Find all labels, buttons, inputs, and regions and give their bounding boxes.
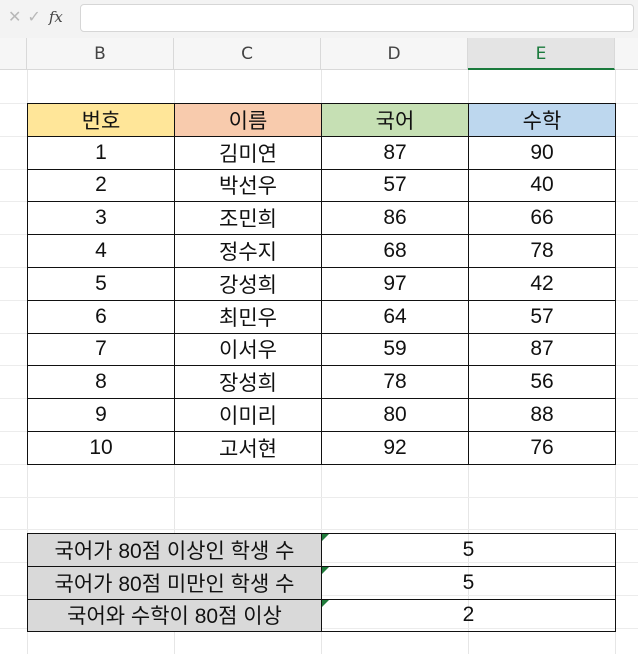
cell-math[interactable]: 56 [468,365,616,400]
cell-name[interactable]: 강성희 [174,266,322,301]
cell-number[interactable]: 7 [27,332,175,367]
summary-value-text: 2 [462,603,475,627]
cell-korean[interactable]: 92 [321,430,469,465]
summary-label[interactable]: 국어가 80점 이상인 학생 수 [27,533,322,567]
cell-korean[interactable]: 57 [321,168,469,203]
table-row: 5 강성희 97 42 [27,266,616,301]
header-name[interactable]: 이름 [174,103,322,137]
cell-name[interactable]: 이서우 [174,332,322,367]
cell-korean[interactable]: 80 [321,398,469,432]
summary-value[interactable]: 2 [321,598,616,633]
cell-math[interactable]: 40 [468,168,616,203]
cell-korean[interactable]: 78 [321,365,469,400]
column-header-d[interactable]: D [321,38,468,70]
table-row: 10 고서현 92 76 [27,430,616,465]
cell-number[interactable]: 10 [27,430,175,465]
cancel-icon[interactable]: ✕ [8,4,21,30]
error-indicator-icon[interactable] [322,566,329,574]
summary-row: 국어가 80점 이상인 학생 수 5 [27,533,616,567]
cell-number[interactable]: 2 [27,168,175,203]
summary-row: 국어가 80점 미만인 학생 수 5 [27,565,616,600]
summary-value-text: 5 [462,570,475,594]
table-row: 1 김미연 87 90 [27,135,616,170]
summary-label[interactable]: 국어와 수학이 80점 이상 [27,598,322,633]
table-row: 6 최민우 64 57 [27,299,616,334]
table-row: 7 이서우 59 87 [27,332,616,367]
cell-name[interactable]: 최민우 [174,299,322,334]
column-header-b[interactable]: B [27,38,174,70]
summary-value[interactable]: 5 [321,565,616,600]
enter-icon[interactable]: ✓ [27,4,40,30]
score-table: 번호 이름 국어 수학 1 김미연 87 90 2 박선우 57 40 3 조민희 86 66 4 정수지… [27,103,616,465]
cell-name[interactable]: 고서현 [174,430,322,465]
cell-math[interactable]: 42 [468,266,616,301]
cell-math[interactable]: 78 [468,234,616,268]
cell-korean[interactable]: 86 [321,201,469,236]
cell-name[interactable]: 김미연 [174,135,322,170]
grid-row-line [0,497,638,498]
header-number[interactable]: 번호 [27,103,175,137]
cell-number[interactable]: 8 [27,365,175,400]
cell-math[interactable]: 57 [468,299,616,334]
cell-korean[interactable]: 59 [321,332,469,367]
cell-math[interactable]: 88 [468,398,616,432]
cell-number[interactable]: 3 [27,201,175,236]
summary-table: 국어가 80점 이상인 학생 수 5 국어가 80점 미만인 학생 수 5 국어와 수학… [27,533,616,633]
cell-math[interactable]: 90 [468,135,616,170]
error-indicator-icon[interactable] [322,599,329,607]
cell-math[interactable]: 66 [468,201,616,236]
table-row: 8 장성희 78 56 [27,365,616,400]
table-header-row: 번호 이름 국어 수학 [27,103,616,137]
table-row: 4 정수지 68 78 [27,234,616,268]
formula-input[interactable] [80,4,634,32]
cell-math[interactable]: 76 [468,430,616,465]
table-row: 3 조민희 86 66 [27,201,616,236]
summary-label[interactable]: 국어가 80점 미만인 학생 수 [27,565,322,600]
cell-math[interactable]: 87 [468,332,616,367]
function-icon[interactable]: fx [49,4,63,30]
table-row: 2 박선우 57 40 [27,168,616,203]
cell-number[interactable]: 4 [27,234,175,268]
grid-row-line [0,529,638,530]
header-math[interactable]: 수학 [468,103,616,137]
column-header-e[interactable]: E [468,38,615,70]
formula-bar-buttons: ✕ ✓ fx [4,4,80,30]
cell-korean[interactable]: 68 [321,234,469,268]
column-header-f[interactable] [615,38,638,70]
header-korean[interactable]: 국어 [321,103,469,137]
cell-name[interactable]: 조민희 [174,201,322,236]
cell-number[interactable]: 9 [27,398,175,432]
cell-korean[interactable]: 87 [321,135,469,170]
cell-number[interactable]: 5 [27,266,175,301]
cell-korean[interactable]: 97 [321,266,469,301]
cell-number[interactable]: 6 [27,299,175,334]
summary-row: 국어와 수학이 80점 이상 2 [27,598,616,633]
cell-name[interactable]: 이미리 [174,398,322,432]
cell-name[interactable]: 장성희 [174,365,322,400]
summary-value-text: 5 [462,537,475,561]
cell-number[interactable]: 1 [27,135,175,170]
column-header-a[interactable] [0,38,27,70]
summary-value[interactable]: 5 [321,533,616,567]
cell-name[interactable]: 정수지 [174,234,322,268]
error-indicator-icon[interactable] [322,534,329,541]
table-row: 9 이미리 80 88 [27,398,616,432]
formula-bar: ✕ ✓ fx [0,0,638,39]
cell-korean[interactable]: 64 [321,299,469,334]
column-header-c[interactable]: C [174,38,321,70]
cell-name[interactable]: 박선우 [174,168,322,203]
